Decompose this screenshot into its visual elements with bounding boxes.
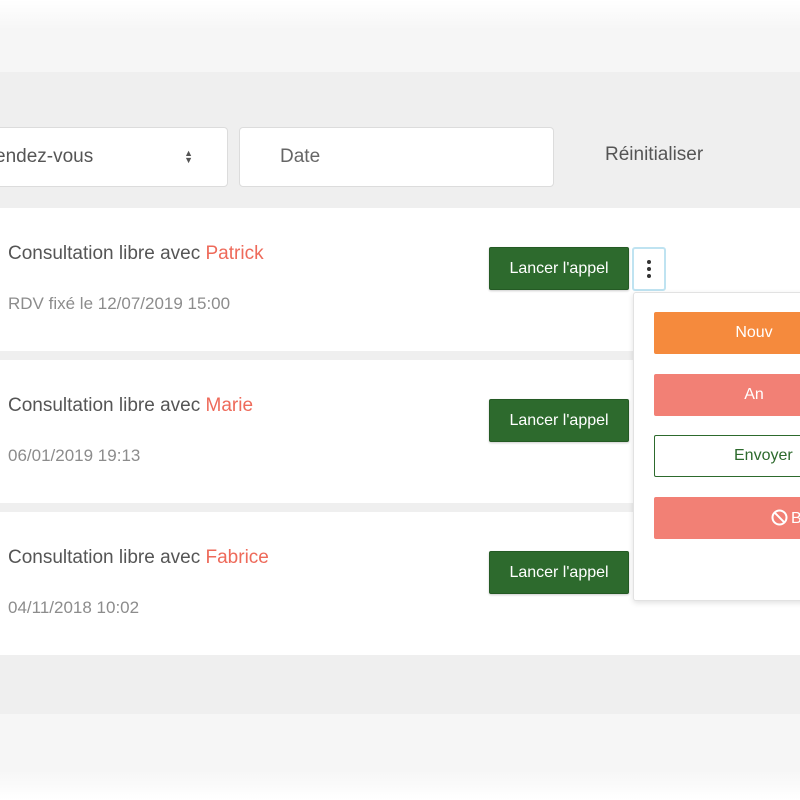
appointment-title-text: Consultation libre avec [8, 243, 206, 264]
cancel-appointment-button[interactable]: An [654, 374, 800, 416]
patient-name[interactable]: Patrick [206, 243, 264, 264]
start-call-button[interactable]: Lancer l'appel [489, 551, 629, 594]
patient-name[interactable]: Fabrice [206, 547, 269, 568]
select-value: endez-vous [0, 146, 94, 167]
more-options-button[interactable] [632, 247, 666, 291]
ban-icon [771, 509, 788, 525]
kebab-menu-icon [647, 259, 651, 279]
block-button[interactable]: B [654, 497, 800, 539]
select-arrows-icon: ▲ ▼ [184, 148, 193, 165]
appointment-date: 04/11/2018 10:02 [8, 598, 140, 617]
send-button[interactable]: Envoyer [654, 435, 800, 477]
appointment-title: Consultation libre avec Marie [8, 395, 253, 417]
start-call-button[interactable]: Lancer l'appel [489, 399, 629, 442]
patient-name[interactable]: Marie [206, 395, 254, 416]
appointment-title-text: Consultation libre avec [8, 395, 206, 416]
appointment-type-select[interactable]: endez-vous ▲ ▼ [0, 127, 228, 187]
appointment-date: 06/01/2019 19:13 [8, 446, 141, 465]
start-call-button[interactable]: Lancer l'appel [489, 247, 629, 290]
date-input[interactable] [239, 127, 554, 187]
appointment-title-text: Consultation libre avec [8, 547, 206, 568]
appointment-title: Consultation libre avec Patrick [8, 243, 264, 265]
appointment-title: Consultation libre avec Fabrice [8, 547, 269, 569]
block-label: B [791, 509, 800, 527]
appointment-date: RDV fixé le 12/07/2019 15:00 [8, 294, 231, 313]
new-appointment-button[interactable]: Nouv [654, 312, 800, 354]
options-dropdown: Nouv An Envoyer B [633, 292, 800, 601]
reset-link[interactable]: Réinitialiser [605, 144, 703, 166]
